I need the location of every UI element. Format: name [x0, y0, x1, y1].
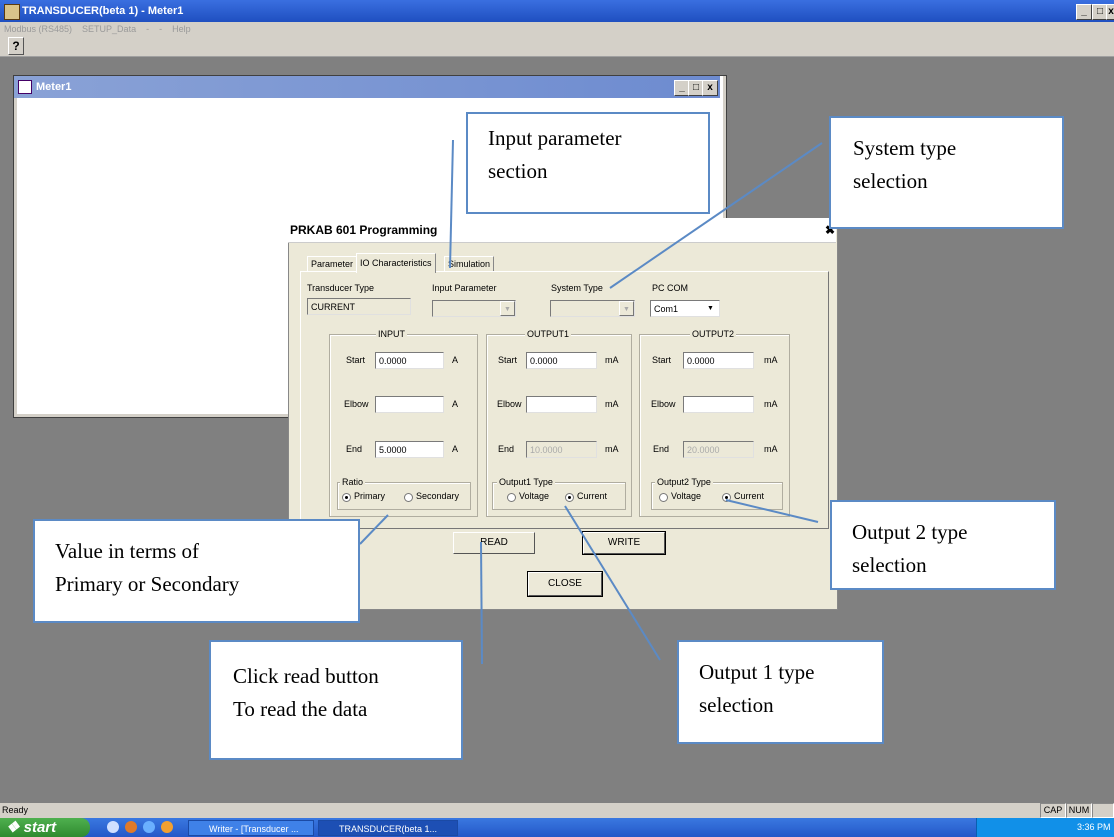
annotation-text: Input parameter: [488, 126, 622, 150]
annotation-value-terms: Value in terms of Primary or Secondary: [33, 519, 360, 623]
line-output2-type: [725, 499, 819, 523]
annotation-text: selection: [852, 553, 927, 577]
annotation-text: Primary or Secondary: [55, 572, 240, 596]
caps-indicator: CAP: [1040, 803, 1066, 818]
status-bar: Ready: [0, 803, 1114, 818]
annotation-text: To read the data: [233, 697, 368, 721]
scroll-indicator: [1092, 803, 1114, 818]
annotation-text: section: [488, 159, 548, 183]
browser-icon[interactable]: [107, 821, 119, 833]
annotation-text: selection: [699, 693, 774, 717]
annotation-text: selection: [853, 169, 928, 193]
taskbar-transducer-button[interactable]: TRANSDUCER(beta 1...: [318, 820, 458, 836]
annotation-text: Output 2 type: [852, 520, 968, 544]
taskbar-writer-button[interactable]: Writer - [Transducer ...: [188, 820, 314, 836]
annotation-text: Click read button: [233, 664, 379, 688]
clock: 3:36 PM: [1077, 822, 1111, 832]
start-button[interactable]: ❖ start: [0, 818, 90, 837]
ie-icon[interactable]: [143, 821, 155, 833]
media-icon[interactable]: [125, 821, 137, 833]
firefox-icon[interactable]: [161, 821, 173, 833]
annotation-text: Value in terms of: [55, 539, 200, 563]
annotation-output2-type: Output 2 type selection: [830, 500, 1056, 590]
tab-io-characteristics[interactable]: IO Characteristics: [356, 253, 436, 273]
annotation-read-button: Click read button To read the data: [209, 640, 463, 760]
line-read-button: [480, 541, 483, 665]
line-input-parameter: [449, 139, 454, 269]
line-value-terms: [359, 514, 389, 545]
annotation-system-type: System type selection: [829, 116, 1064, 229]
windows-flag-icon: ❖: [6, 819, 20, 836]
system-tray: 3:36 PM: [976, 818, 1114, 837]
start-label: start: [23, 819, 57, 836]
annotation-text: System type: [853, 136, 957, 160]
num-indicator: NUM: [1066, 803, 1092, 818]
annotation-output1-type: Output 1 type selection: [677, 640, 884, 744]
line-output1-type: [564, 505, 661, 661]
annotation-input-parameter: Input parameter section: [466, 112, 710, 214]
annotation-text: Output 1 type: [699, 660, 815, 684]
status-text: Ready: [2, 805, 29, 815]
